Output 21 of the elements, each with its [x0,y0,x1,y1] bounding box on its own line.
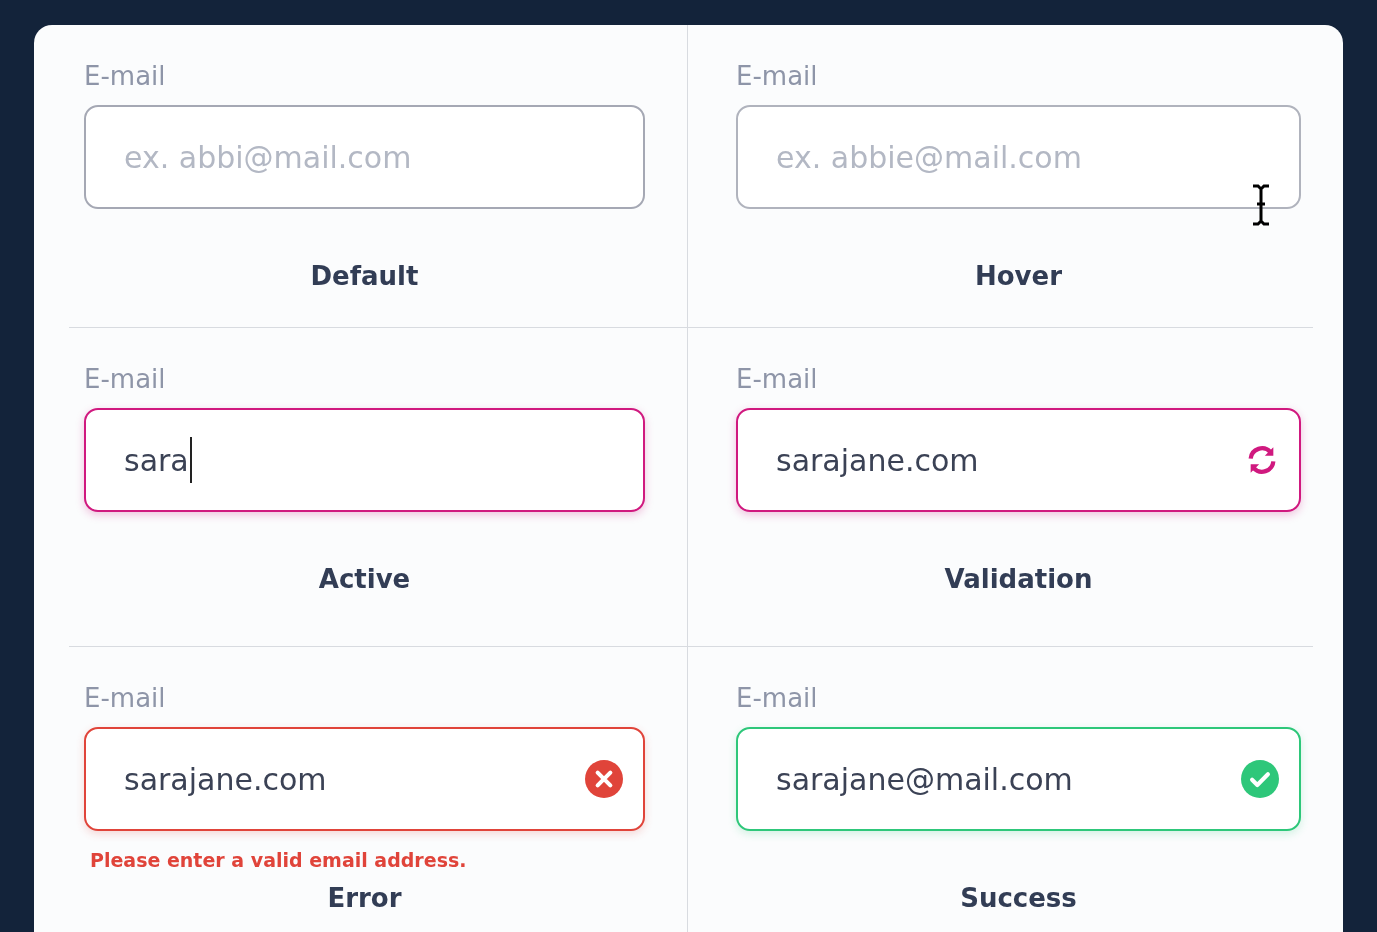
state-caption: Error [327,883,402,913]
state-caption: Hover [975,261,1062,291]
error-icon [585,760,623,798]
field-label: E-mail [84,61,167,91]
text-caret [189,437,192,483]
state-caption: Validation [944,564,1093,594]
field-label: E-mail [84,683,167,713]
input-field[interactable]: sarajane@mail.com [736,727,1301,831]
field-label: E-mail [736,364,819,394]
input-field[interactable]: sara [84,408,645,512]
state-caption: Default [310,261,419,291]
input-field[interactable]: sarajane.com [736,408,1301,512]
field-label: E-mail [84,364,167,394]
check-icon [1241,760,1279,798]
error-message: Please enter a valid email address. [90,849,468,871]
text-cursor-icon [1251,183,1271,227]
input-field[interactable]: sarajane.com [84,727,645,831]
state-caption: Success [960,883,1077,913]
state-caption: Active [318,564,411,594]
field-label: E-mail [736,683,819,713]
field-label: E-mail [736,61,819,91]
